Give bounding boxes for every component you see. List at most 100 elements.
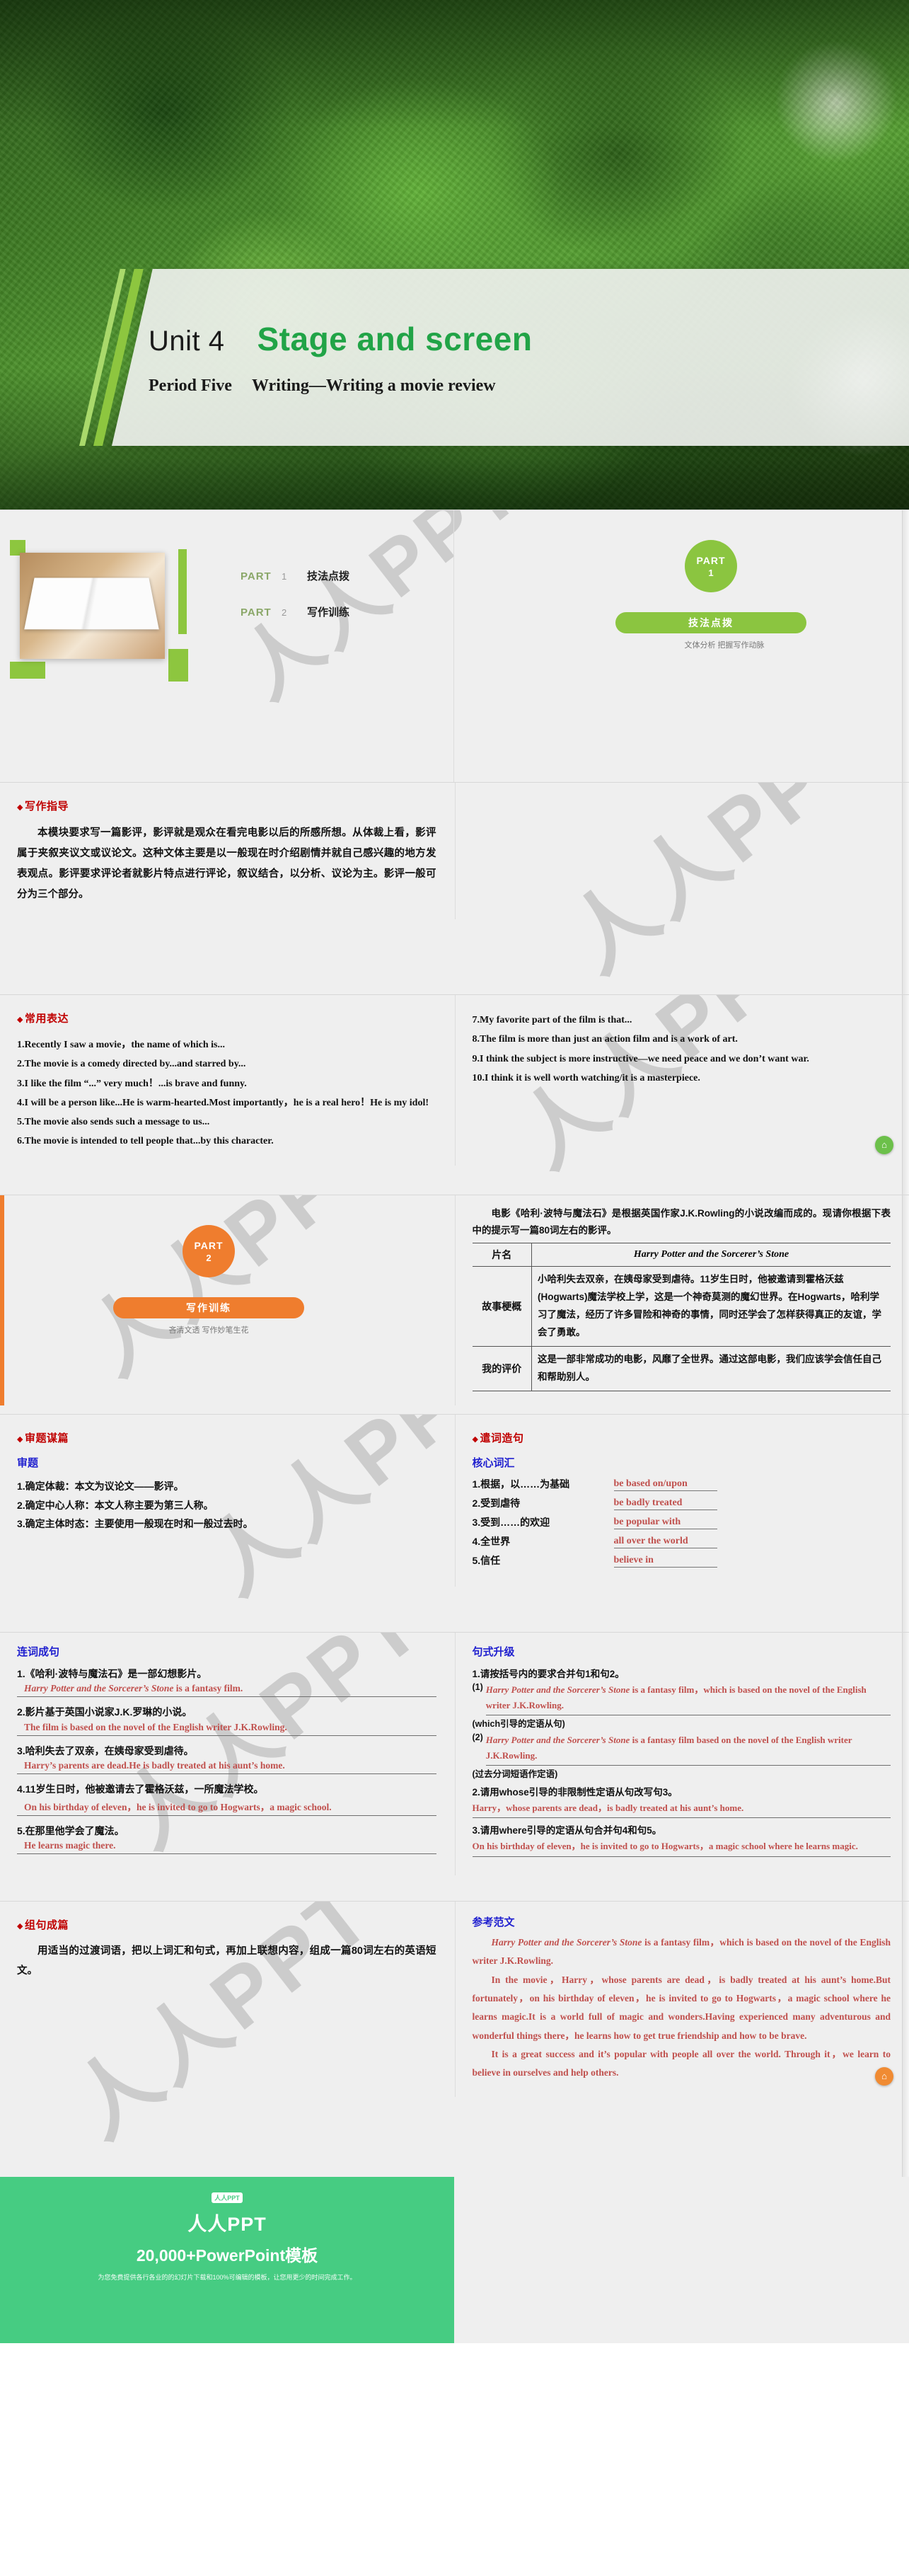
analysis-item: 1.确定体裁：本文为议论文——影评。 bbox=[17, 1480, 184, 1492]
list-item[interactable]: PART 1 技法点拨 bbox=[241, 568, 349, 583]
vocab-english: believe in bbox=[613, 1555, 717, 1568]
sentence-item: 4.11岁生日时，他被邀请去了霍格沃兹，一所魔法学校。 On his birth… bbox=[17, 1781, 436, 1816]
movie-title-italic: Harry Potter and the Sorcerer’s Stone bbox=[491, 1937, 642, 1948]
table-row: 片名 Harry Potter and the Sorcerer’s Stone bbox=[472, 1243, 891, 1267]
expressions-left-column: ◆ 常用表达 1.Recently I saw a movie，the name … bbox=[0, 995, 455, 1166]
sentence-item: 2.影片基于英国小说家J.K.罗琳的小说。 The film is based … bbox=[17, 1704, 436, 1736]
part-list: PART 1 技法点拨 PART 2 写作训练 bbox=[241, 568, 349, 640]
page-edge bbox=[902, 1633, 909, 1901]
prompt-intro: 电影《哈利·波特与魔法石》是根据英国作家J.K.Rowling的小说改编而成的。… bbox=[472, 1208, 891, 1236]
brand-logo: 人人PPT bbox=[212, 2192, 243, 2203]
sentence-item: 1.《哈利·波特与魔法石》是一部幻想影片。 Harry Potter and t… bbox=[17, 1666, 436, 1698]
upgrade-hint: (过去分词短语作定语) bbox=[472, 1769, 558, 1780]
section-subtitle: 吝清文透 写作妙笔生花 bbox=[168, 1326, 249, 1335]
page-edge bbox=[902, 1902, 909, 2177]
table-row: 我的评价 这是一部非常成功的电影，风靡了全世界。通过这部电影，我们应该学会信任自… bbox=[472, 1346, 891, 1392]
home-button[interactable]: ⌂ bbox=[875, 1135, 893, 1154]
movie-title-italic: Harry Potter and the Sorcerer’s Stone bbox=[24, 1683, 174, 1694]
vocab-row: 1.根据，以……为基础 be based on/upon bbox=[473, 1477, 891, 1491]
brand-note: 为您免费提供各行各业的的幻灯片下载和100%可编辑的模板，让您用更少的时间完成工… bbox=[98, 2274, 357, 2281]
section-heading: ◆ 遣词造句 bbox=[473, 1430, 891, 1445]
movie-title-italic: Harry Potter and the Sorcerer’s Stone bbox=[485, 1735, 630, 1746]
expression-item: 8.The film is more than just an action f… bbox=[472, 1034, 738, 1045]
section-pill: 技法点拨 bbox=[615, 612, 806, 633]
unit-number: Unit 4 bbox=[149, 325, 225, 357]
section-pill: 写作训练 bbox=[113, 1297, 304, 1318]
expression-item: 9.I think the subject is more instructiv… bbox=[472, 1053, 809, 1064]
period-label: Period Five bbox=[149, 376, 232, 395]
page-edge bbox=[902, 995, 909, 1195]
section-heading: ◆ 审题谋篇 bbox=[17, 1430, 436, 1445]
upgrade-hint: (which引导的定语从句) bbox=[472, 1719, 565, 1730]
expressions-slide: 人人PPT ◆ 常用表达 1.Recently I saw a movie，the… bbox=[0, 994, 909, 1195]
row-label: 故事梗概 bbox=[472, 1266, 532, 1347]
model-paragraph: In the movie，Harry，whose parents are dea… bbox=[472, 1974, 891, 2041]
table-row: 故事梗概 小哈利失去双亲，在姨母家受到虐待。11岁生日时，他被邀请到霍格沃兹(H… bbox=[472, 1266, 891, 1347]
analysis-column: ◆ 审题谋篇 审题 1.确定体裁：本文为议论文——影评。 2.确定中心人称：本文人… bbox=[0, 1415, 455, 1587]
sub-heading: 句式升级 bbox=[472, 1646, 515, 1658]
section-subtitle: 文体分析 把握写作动脉 bbox=[684, 641, 765, 650]
upgrade-question: 3.请用where引导的定语从句合并句4和句5。 bbox=[472, 1825, 662, 1836]
sentence-answer: Harry’s parents are dead.He is badly tre… bbox=[17, 1760, 436, 1775]
expression-item: 2.The movie is a comedy directed by...an… bbox=[17, 1059, 246, 1070]
part-label: 写作训练 bbox=[307, 606, 350, 619]
sentence-answer: The film is based on the novel of the En… bbox=[17, 1722, 436, 1736]
sentence-item: 3.哈利失去了双亲，在姨母家受到虐待。 Harry’s parents are … bbox=[17, 1743, 436, 1775]
left-orange-bar bbox=[0, 1195, 4, 1406]
row-value: 这是一部非常成功的电影，风靡了全世界。通过这部电影，我们应该学会信任自己和帮助别… bbox=[531, 1346, 891, 1392]
section-heading-text: 写作指导 bbox=[24, 800, 69, 812]
sentences-slide: 人人PPT 连词成句 1.《哈利·波特与魔法石》是一部幻想影片。 Harry P… bbox=[0, 1632, 909, 1901]
sentence-answer: Harry Potter and the Sorcerer’s Stone is… bbox=[17, 1683, 436, 1698]
vocab-row: 3.受到……的欢迎 be popular with bbox=[473, 1515, 891, 1529]
vocab-chinese: 4.全世界 bbox=[472, 1536, 511, 1547]
row-value: 小哈利失去双亲，在姨母家受到虐待。11岁生日时，他被邀请到霍格沃兹(Hogwar… bbox=[531, 1266, 891, 1347]
vocab-english: be based on/upon bbox=[613, 1478, 717, 1491]
part2-badge: PART 2 bbox=[183, 1225, 235, 1277]
part-badge: PART 1 bbox=[685, 540, 737, 592]
unit-name: Stage and screen bbox=[257, 320, 533, 357]
green-accent-strip bbox=[178, 549, 187, 634]
composition-slide: 人人PPT ◆ 组句成篇 用适当的过渡词语，把以上词汇和句式，再加上联想内容，组成… bbox=[0, 1901, 909, 2177]
model-paragraph: It is a great success and it’s popular w… bbox=[472, 2048, 891, 2078]
row-label: 片名 bbox=[472, 1243, 532, 1267]
upgrade-answer: Harry Potter and the Sorcerer’s Stone is… bbox=[485, 1682, 891, 1716]
expressions-right-column: 7.My favorite part of the film is that..… bbox=[454, 995, 909, 1166]
upgrade-answer: On his birthday of eleven，he is invited … bbox=[472, 1839, 891, 1857]
list-item[interactable]: PART 2 写作训练 bbox=[241, 604, 349, 619]
prompt-column: 电影《哈利·波特与魔法石》是根据英国作家J.K.Rowling的小说改编而成的。… bbox=[454, 1195, 909, 1406]
section-heading: ◆ 组句成篇 bbox=[17, 1917, 436, 1932]
sentence-chinese: 1.《哈利·波特与魔法石》是一部幻想影片。 bbox=[17, 1668, 207, 1679]
row-value: Harry Potter and the Sorcerer’s Stone bbox=[531, 1243, 891, 1267]
analysis-slide: 人人PPT ◆ 审题谋篇 审题 1.确定体裁：本文为议论文——影评。 2.确定中心… bbox=[0, 1414, 909, 1632]
model-paragraph: Harry Potter and the Sorcerer’s Stone is… bbox=[473, 1933, 891, 1971]
part2-badge-column: PART 2 写作训练 吝清文透 写作妙笔生花 bbox=[0, 1195, 455, 1406]
movie-title-italic: Harry Potter and the Sorcerer’s Stone bbox=[485, 1684, 630, 1695]
analysis-item: 3.确定主体时态：主要使用一般现在时和一般过去时。 bbox=[17, 1518, 253, 1530]
vocab-chinese: 1.根据，以……为基础 bbox=[472, 1478, 570, 1490]
green-accent-block bbox=[168, 649, 188, 682]
composition-column: ◆ 组句成篇 用适当的过渡词语，把以上词汇和句式，再加上联想内容，组成一篇80词左… bbox=[0, 1902, 455, 2097]
title-slide: Unit 4 Stage and screen Period Five Writ… bbox=[0, 0, 909, 510]
sentence-chinese: 5.在那里他学会了魔法。 bbox=[17, 1824, 125, 1836]
section-heading-text: 审题谋篇 bbox=[24, 1432, 69, 1444]
section-heading-text: 组句成篇 bbox=[24, 1919, 69, 1931]
movie-prompt-table: 片名 Harry Potter and the Sorcerer’s Stone… bbox=[472, 1243, 891, 1392]
wording-column: ◆ 遣词造句 核心词汇 1.根据，以……为基础 be based on/upon … bbox=[454, 1415, 909, 1587]
sentence-answer: On his birthday of eleven，he is invited … bbox=[17, 1799, 436, 1816]
composition-body: 用适当的过渡词语，把以上词汇和句式，再加上联想内容，组成一篇80词左右的英语短文… bbox=[17, 1945, 436, 1977]
part-word: PART bbox=[241, 570, 272, 582]
vocab-row: 2.受到虐待 be badly treated bbox=[473, 1496, 891, 1510]
expression-item: 4.I will be a person like...He is warm-h… bbox=[17, 1097, 429, 1108]
vocab-chinese: 5.信任 bbox=[472, 1555, 501, 1566]
vocab-row: 5.信任 believe in bbox=[473, 1553, 891, 1568]
home-button[interactable]: ⌂ bbox=[875, 2066, 893, 2086]
expression-item: 3.I like the film “...” very much！...is … bbox=[17, 1078, 247, 1089]
part-number: 1 bbox=[282, 571, 287, 582]
section-heading-text: 遣词造句 bbox=[480, 1432, 524, 1444]
overview-right-pane: PART 1 技法点拨 文体分析 把握写作动脉 bbox=[454, 510, 909, 782]
upgrade-question: 1.请按括号内的要求合并句1和句2。 bbox=[472, 1669, 625, 1679]
part-badge-number: 1 bbox=[708, 567, 714, 578]
section-heading-text: 常用表达 bbox=[24, 1013, 69, 1025]
expression-item: 7.My favorite part of the film is that..… bbox=[472, 1015, 632, 1025]
analysis-item: 2.确定中心人称：本文人称主要为第三人称。 bbox=[17, 1499, 214, 1511]
